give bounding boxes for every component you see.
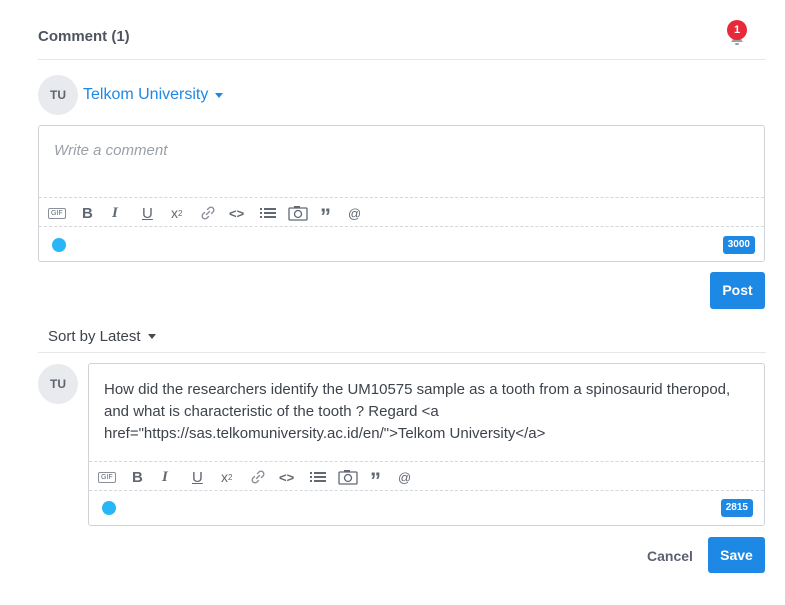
underline-icon[interactable]: U (192, 467, 203, 487)
user-name: Telkom University (83, 86, 209, 103)
underline-icon[interactable]: U (142, 203, 153, 223)
gif-icon[interactable]: GIF (48, 203, 66, 223)
formatting-toolbar: GIF B I U x2 <> ” @ (39, 197, 764, 228)
mention-icon[interactable]: @ (348, 203, 361, 223)
gif-icon[interactable]: GIF (98, 467, 116, 487)
post-button[interactable]: Post (710, 272, 765, 309)
formatting-toolbar: GIF B I U x2 <> ” @ (89, 461, 764, 492)
char-count-badge: 3000 (722, 236, 755, 254)
comment-edit-input[interactable]: How did the researchers identify the UM1… (89, 364, 764, 461)
sort-dropdown[interactable]: Sort by Latest (48, 328, 156, 345)
link-icon[interactable] (250, 467, 266, 487)
comments-title: Comment (1) (38, 28, 130, 45)
editor-status-bar: 2815 (89, 490, 764, 525)
char-count-badge: 2815 (720, 499, 753, 517)
notification-badge: 1 (727, 20, 747, 40)
chevron-down-icon (215, 92, 224, 98)
camera-icon[interactable] (288, 203, 308, 223)
comment-avatar: TU (38, 364, 78, 404)
sort-label: Sort by Latest (48, 328, 141, 345)
list-icon[interactable] (260, 203, 276, 223)
sort-bar: Sort by Latest (38, 320, 766, 353)
chevron-down-icon (147, 334, 156, 339)
code-icon[interactable]: <> (229, 203, 244, 223)
code-icon[interactable]: <> (279, 467, 294, 487)
list-icon[interactable] (310, 467, 326, 487)
comments-header: Comment (1) 1 (38, 0, 766, 60)
bold-icon[interactable]: B (82, 203, 93, 223)
quote-icon[interactable]: ” (370, 467, 381, 492)
superscript-icon[interactable]: x2 (171, 203, 182, 223)
quote-icon[interactable]: ” (320, 203, 331, 228)
italic-icon[interactable]: I (112, 203, 118, 223)
superscript-icon[interactable]: x2 (221, 467, 232, 487)
comment-editor: Write a comment GIF B I U x2 <> ” @ 3000 (38, 125, 765, 262)
bold-icon[interactable]: B (132, 467, 143, 487)
italic-icon[interactable]: I (162, 467, 168, 487)
comment-edit-editor: How did the researchers identify the UM1… (88, 363, 765, 526)
comment-text: How did the researchers identify the UM1… (104, 381, 731, 442)
cancel-button[interactable]: Cancel (647, 548, 693, 564)
status-dot (52, 238, 66, 252)
mention-icon[interactable]: @ (398, 467, 411, 487)
editor-status-bar: 3000 (39, 227, 764, 261)
comment-placeholder: Write a comment (54, 142, 168, 159)
status-dot (102, 501, 116, 515)
comment-input[interactable]: Write a comment (39, 126, 764, 197)
save-button[interactable]: Save (708, 537, 765, 573)
notification-bell[interactable]: 1 (727, 20, 747, 48)
user-selector[interactable]: Telkom University (83, 86, 224, 104)
camera-icon[interactable] (338, 467, 358, 487)
avatar: TU (38, 75, 78, 115)
link-icon[interactable] (200, 203, 216, 223)
